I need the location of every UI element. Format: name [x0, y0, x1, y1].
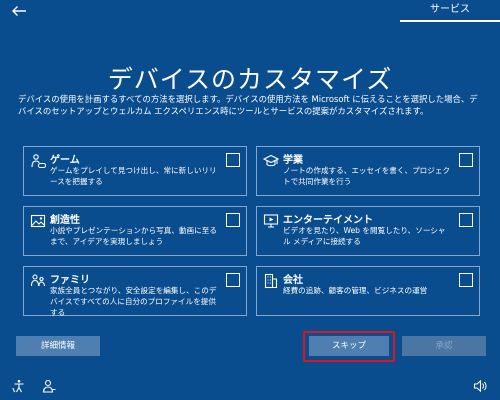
graduation-cap-icon: [263, 154, 279, 167]
card-title: 会社: [283, 275, 303, 286]
microphone-person-icon[interactable]: [42, 379, 56, 393]
entertainment-icon: [263, 214, 279, 228]
page-description: デバイスの使用を計画するすべての方法を選択します。デバイスの使用方法を Micr…: [18, 94, 478, 116]
tab-services[interactable]: サービス: [400, 0, 500, 22]
speaker-volume-icon[interactable]: [473, 379, 487, 393]
card-title: 学業: [283, 155, 303, 166]
card-title: ゲーム: [50, 155, 80, 166]
page-title: デバイスのカスタマイズ: [107, 65, 393, 94]
checkbox-gaming[interactable]: [226, 153, 240, 167]
card-description: ノートの作成する、エッセイを書く、プロジェクトで共同作業を行う: [283, 166, 451, 186]
option-card-entertainment[interactable]: エンターテイメント ビデオを見たり、Web を閲覧したり、ソーシャル メディアに…: [256, 206, 480, 256]
checkbox-school[interactable]: [459, 153, 473, 167]
card-title: エンターテイメント: [283, 215, 373, 226]
game-controller-icon: [31, 154, 46, 168]
image-icon: [30, 214, 46, 228]
card-title: 創造性: [50, 215, 80, 226]
checkbox-family[interactable]: [226, 273, 240, 287]
card-description: ゲームをプレイして見つけ出し、常に新しいリリースを把握する: [50, 166, 217, 186]
option-card-family[interactable]: ファミリ 家族全員とつながり、安全設定を編集し、このデバイスですべての人に自分の…: [23, 266, 247, 317]
family-icon: [30, 274, 46, 287]
option-card-business[interactable]: 会社 経費の追跡、顧客の管理、ビジネスの運営: [256, 266, 480, 316]
checkbox-creativity[interactable]: [226, 213, 240, 227]
skip-button[interactable]: スキップ: [309, 336, 389, 356]
checkbox-business[interactable]: [459, 273, 473, 287]
footer-bar: [0, 370, 500, 400]
card-description: 経費の追跡、顧客の管理、ビジネスの運営: [283, 286, 428, 295]
card-description: 家族全員とつながり、安全設定を編集し、このデバイスですべての人に自分のプロファイ…: [50, 286, 217, 317]
card-title: ファミリ: [50, 275, 90, 286]
option-card-school[interactable]: 学業 ノートの作成する、エッセイを書く、プロジェクトで共同作業を行う: [256, 146, 480, 196]
back-button[interactable]: [8, 2, 30, 20]
business-icon: [264, 273, 278, 289]
back-arrow-icon: [12, 6, 26, 16]
card-description: ビデオを見たり、Web を閲覧したり、ソーシャル メディアに接続する: [283, 226, 446, 246]
checkbox-entertainment[interactable]: [459, 213, 473, 227]
option-card-creativity[interactable]: 創造性 小説やプレゼンテーションから写真、動画に至るまで、アイデアを実現しましょ…: [23, 206, 247, 256]
ease-of-access-icon[interactable]: [12, 379, 26, 393]
accept-button[interactable]: 承認: [402, 336, 486, 356]
option-card-gaming[interactable]: ゲーム ゲームをプレイして見つけ出し、常に新しいリリースを把握する: [23, 146, 247, 196]
top-bar: サービス: [0, 0, 500, 22]
learn-more-button[interactable]: 詳細情報: [16, 336, 100, 356]
card-description: 小説やプレゼンテーションから写真、動画に至るまで、アイデアを実現しましょう: [50, 226, 217, 246]
